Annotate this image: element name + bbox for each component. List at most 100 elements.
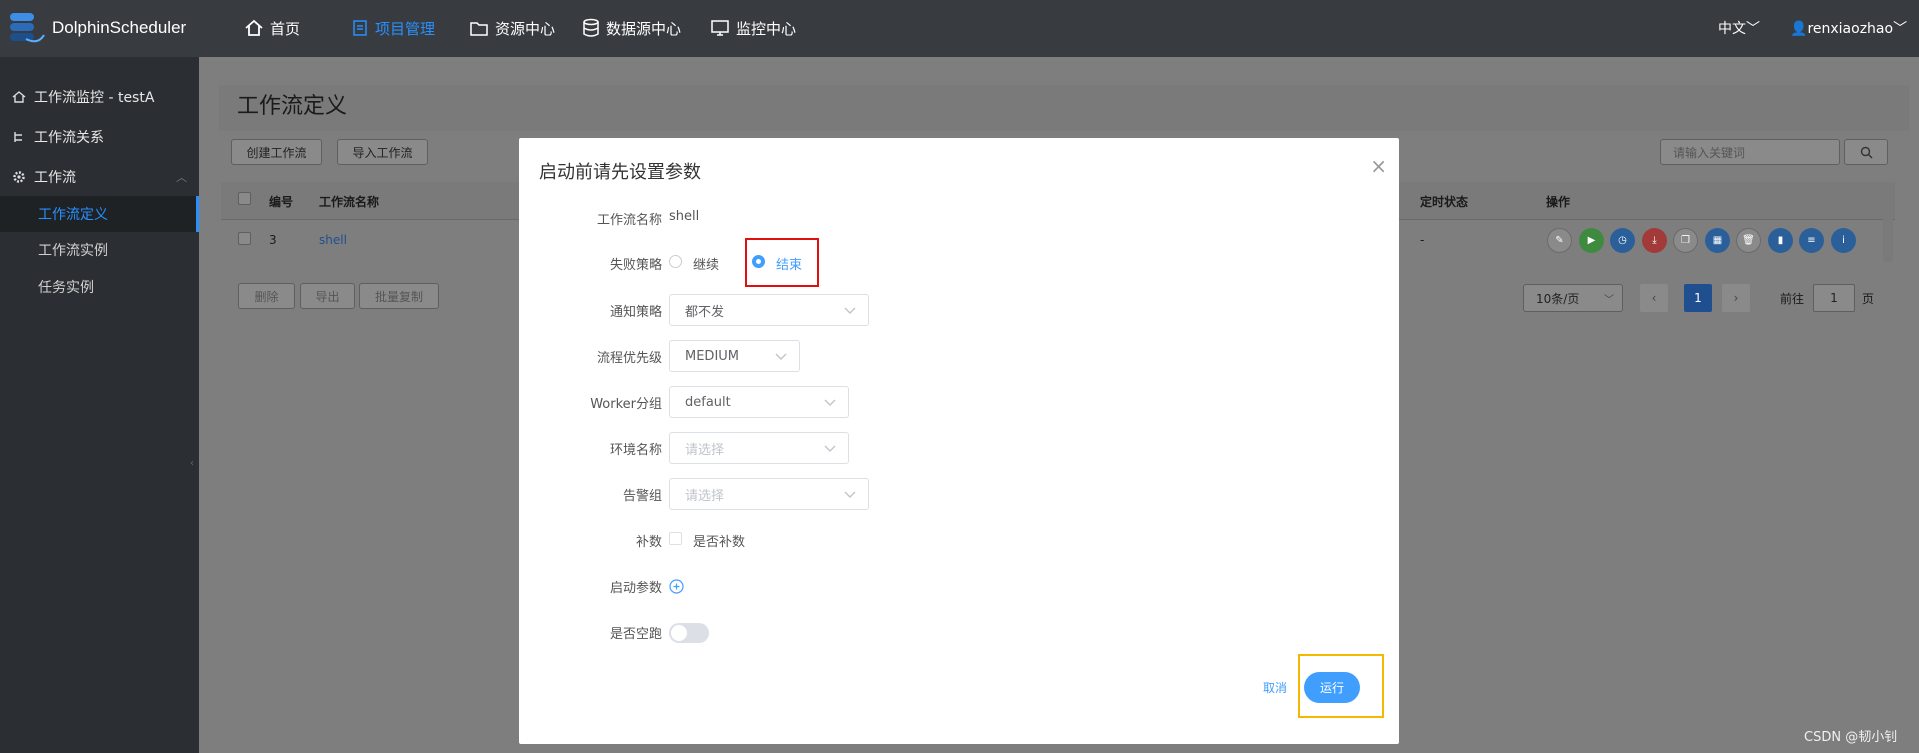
sidebar-subitem-label: 工作流定义 [38,207,108,223]
nav-monitor-label: 监控中心 [736,19,797,38]
complement-checkbox-label[interactable]: 是否补数 [693,531,745,550]
row-checkbox[interactable] [238,232,251,245]
search-icon [1860,146,1872,158]
chevron-down-icon [844,491,856,498]
start-params-dialog: 启动前请先设置参数 × 工作流名称 shell 失败策略 继续 结束 通知策略 … [519,138,1399,744]
environment-placeholder: 请选择 [685,442,725,458]
nav-resource-label: 资源中心 [495,19,556,38]
dry-run-label: 是否空跑 [609,627,662,642]
dry-run-toggle[interactable] [669,623,709,643]
select-all-checkbox[interactable] [238,192,251,205]
project-icon [353,20,367,36]
notify-strategy-select[interactable]: 都不发 [669,294,869,326]
tree-view-icon[interactable]: ▮ [1768,228,1793,253]
download-icon[interactable]: ⤓ [1642,228,1667,253]
info-icon[interactable]: i [1831,228,1856,253]
app-name: DolphinScheduler [52,18,187,37]
import-workflow-button[interactable]: 导入工作流 [337,139,428,165]
failure-continue-label[interactable]: 继续 [693,254,719,273]
notify-strategy-label: 通知策略 [609,305,662,320]
next-page-button[interactable]: › [1722,284,1750,312]
delete-icon[interactable]: 🗑 [1736,228,1761,253]
edit-icon[interactable]: ✎ [1547,228,1572,253]
column-header-id: 编号 [269,195,294,209]
search-input[interactable]: 请输入关键词 [1660,139,1840,165]
alarm-group-select[interactable]: 请选择 [669,478,869,510]
sidebar: 工作流监控 - testA 工作流关系 工作流 ︿ 工作流定义 工作流实例 任务… [0,57,199,753]
chevron-down-icon [824,445,836,452]
prev-page-button[interactable]: ‹ [1640,284,1668,312]
page-number-current[interactable]: 1 [1684,284,1712,312]
timing-icon[interactable]: ◷ [1610,228,1635,253]
worker-group-value: default [685,394,731,410]
startup-params-label: 启动参数 [609,581,662,596]
sidebar-item-workflow-monitor[interactable]: 工作流监控 - testA [0,79,199,115]
user-icon: 👤 [1790,21,1808,37]
top-nav-bar: DolphinScheduler 首页 项目管理 资源中心 数据源中心 监控中心… [0,0,1919,57]
sidebar-item-workflow-relation[interactable]: 工作流关系 [0,119,199,155]
close-icon[interactable]: × [1370,154,1387,178]
failure-strategy-label: 失败策略 [609,258,662,273]
delete-button[interactable]: 删除 [238,283,295,309]
sidebar-subitem-workflow-definition[interactable]: 工作流定义 [0,196,199,232]
language-select[interactable]: 中文﹀ [1718,18,1760,38]
sidebar-item-workflow[interactable]: 工作流 ︿ [0,159,199,195]
sidebar-item-label: 工作流监控 - testA [34,90,155,106]
priority-label: 流程优先级 [596,351,662,366]
nav-project[interactable]: 项目管理 [351,15,435,41]
highlight-box-red [745,238,819,287]
run-icon[interactable]: ▶ [1579,228,1604,253]
home-icon [12,91,26,103]
add-param-icon[interactable] [669,579,684,594]
dialog-title: 启动前请先设置参数 [539,162,701,183]
relation-icon [14,132,22,142]
column-header-name: 工作流名称 [319,195,380,209]
sidebar-item-label: 工作流 [34,170,76,186]
failure-continue-radio[interactable] [669,255,682,268]
chevron-left-icon: ‹ [190,458,194,469]
calendar-icon[interactable]: ▦ [1705,228,1730,253]
priority-value: MEDIUM [685,348,740,364]
create-workflow-button[interactable]: 创建工作流 [231,139,322,165]
chevron-down-icon [844,307,856,314]
column-header-actions: 操作 [1546,195,1571,209]
run-button[interactable]: 运行 [1304,672,1360,703]
goto-page-input[interactable]: 1 [1813,284,1855,312]
alarm-group-placeholder: 请选择 [685,488,725,504]
page-header-card [219,85,1909,131]
complement-checkbox[interactable] [669,532,682,545]
page-size-select[interactable]: 10条/页 ﹀ [1523,284,1623,312]
table-scrollbar[interactable] [1883,182,1893,262]
sidebar-subitem-task-instance[interactable]: 任务实例 [0,269,199,305]
notify-strategy-value: 都不发 [685,304,725,320]
home-icon [245,19,263,36]
export-button[interactable]: 导出 [300,283,355,309]
nav-home[interactable]: 首页 [244,15,300,41]
list-icon[interactable]: ≡ [1799,228,1824,253]
chevron-down-icon [824,399,836,406]
worker-group-label: Worker分组 [590,397,662,412]
complement-label: 补数 [635,535,662,550]
batch-copy-button[interactable]: 批量复制 [359,283,439,309]
chevron-down-icon: ﹀ [1893,21,1908,37]
language-label: 中文 [1718,21,1746,37]
user-menu[interactable]: 👤renxiaozhao﹀ [1790,18,1907,38]
row-workflow-name-link[interactable]: shell [319,233,347,247]
sidebar-subitem-label: 工作流实例 [38,243,108,259]
priority-select[interactable]: MEDIUM [669,340,800,372]
chevron-up-icon: ︿ [176,171,187,184]
nav-project-label: 项目管理 [375,19,436,38]
nav-monitor[interactable]: 监控中心 [710,15,796,41]
environment-select[interactable]: 请选择 [669,432,849,464]
nav-datasource[interactable]: 数据源中心 [582,15,681,41]
nav-resource[interactable]: 资源中心 [469,15,555,41]
watermark: CSDN @韧小钊 [1804,730,1898,745]
nav-datasource-label: 数据源中心 [606,19,682,38]
workflow-name-label: 工作流名称 [596,213,662,228]
sidebar-subitem-workflow-instance[interactable]: 工作流实例 [0,232,199,268]
copy-icon[interactable]: ❐ [1673,228,1698,253]
search-button[interactable] [1844,139,1888,165]
app-logo[interactable]: DolphinScheduler [8,9,186,47]
cancel-button[interactable]: 取消 [1263,679,1287,696]
worker-group-select[interactable]: default [669,386,849,418]
